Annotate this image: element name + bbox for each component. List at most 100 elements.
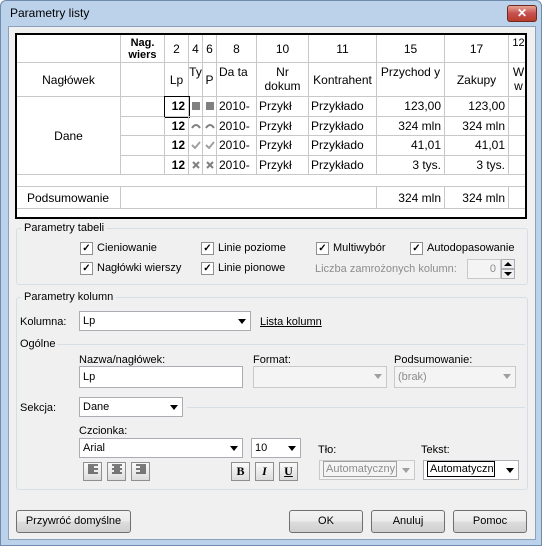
- col-name[interactable]: Da ta: [217, 63, 257, 97]
- cell-clipped: [509, 156, 525, 175]
- column-params-group: Parametry kolumn Kolumna: Lp Lista kolum…: [16, 291, 528, 490]
- dialog-window: Parametry listy ✕ Nag. wiers 2 4 6 8 10 …: [0, 0, 542, 546]
- col-name[interactable]: W w: [509, 63, 525, 97]
- col-name[interactable]: P: [203, 63, 217, 97]
- summary-value: 324 mln: [445, 187, 509, 209]
- corner-header: Nag. wiers: [121, 35, 165, 63]
- cell-purchases: 3 tys.: [445, 155, 509, 175]
- frozen-spinner[interactable]: [501, 259, 515, 279]
- check-icon: ✓: [201, 242, 214, 255]
- section-select[interactable]: Dane: [79, 397, 183, 417]
- section-label: Sekcja:: [20, 402, 57, 414]
- italic-button[interactable]: I: [255, 462, 274, 481]
- v-lines-checkbox[interactable]: ✓ Linie pionowe: [201, 262, 285, 275]
- col-number[interactable]: 11: [309, 35, 377, 63]
- cell-contractor: Przykłado: [309, 155, 377, 175]
- column-select[interactable]: Lp: [79, 311, 251, 331]
- format-select[interactable]: [253, 366, 387, 388]
- arrow-icon: [203, 116, 217, 136]
- help-button[interactable]: Pomoc: [453, 510, 527, 533]
- autofit-checkbox[interactable]: ✓ Autodopasowanie: [410, 242, 514, 255]
- cell-income: 41,01: [377, 136, 445, 156]
- column-list-link[interactable]: Lista kolumn: [260, 316, 322, 328]
- cancel-button[interactable]: Anuluj: [371, 510, 445, 533]
- cell-date: 2010-: [217, 97, 257, 117]
- row-label-header: Nagłówek: [17, 63, 121, 97]
- summary-select[interactable]: (brak): [394, 366, 516, 388]
- empty-cell: [121, 116, 165, 136]
- cell-clipped: [509, 97, 525, 117]
- row-label-summary: Podsumowanie: [17, 187, 121, 209]
- col-number[interactable]: 12: [509, 35, 525, 63]
- underline-button[interactable]: U: [279, 462, 298, 481]
- list-preview[interactable]: Nag. wiers 2 4 6 8 10 11 15 17 12 Nagłów…: [15, 33, 527, 219]
- chevron-down-icon: [506, 468, 514, 473]
- check-icon: ✓: [201, 262, 214, 275]
- check-icon: ✓: [80, 262, 93, 275]
- empty-cell: [121, 136, 165, 156]
- font-size-select[interactable]: 10: [251, 438, 301, 458]
- h-lines-checkbox[interactable]: ✓ Linie poziome: [201, 242, 286, 255]
- col-number[interactable]: 4: [189, 35, 203, 63]
- dialog-client: Nag. wiers 2 4 6 8 10 11 15 17 12 Nagłów…: [8, 26, 536, 540]
- col-number[interactable]: 2: [165, 35, 189, 63]
- check-icon: [189, 136, 203, 156]
- name-input[interactable]: Lp: [79, 366, 243, 388]
- chevron-down-icon: [230, 446, 238, 451]
- chevron-down-icon: [374, 374, 382, 379]
- text-color-select[interactable]: Automatyczny: [423, 460, 519, 480]
- col-number[interactable]: 6: [203, 35, 217, 63]
- square-icon: [189, 97, 203, 117]
- row-headers-checkbox[interactable]: ✓ Nagłówki wierszy: [80, 262, 181, 275]
- col-name[interactable]: Lp: [165, 63, 189, 97]
- general-section-label: Ogólne: [20, 338, 56, 350]
- col-number[interactable]: 10: [257, 35, 309, 63]
- col-number[interactable]: 8: [217, 35, 257, 63]
- cell-doc-no: Przykł: [257, 136, 309, 156]
- col-number[interactable]: 15: [377, 35, 445, 63]
- align-left-icon[interactable]: [83, 462, 102, 481]
- col-name[interactable]: Nr dokum: [257, 63, 309, 97]
- cell-purchases: 41,01: [445, 136, 509, 156]
- arrow-icon: [189, 116, 203, 136]
- check-icon: ✓: [80, 242, 93, 255]
- col-name[interactable]: Zakupy: [445, 63, 509, 97]
- ok-button[interactable]: OK: [289, 510, 363, 533]
- table-params-legend: Parametry tabeli: [21, 222, 108, 234]
- align-right-icon[interactable]: [131, 462, 150, 481]
- shading-checkbox[interactable]: ✓ Cieniowanie: [80, 242, 157, 255]
- cell-purchases: 123,00: [445, 97, 509, 117]
- corner-empty: [17, 35, 121, 63]
- row-label-data: Dane: [17, 97, 121, 175]
- col-name[interactable]: Kontrahent: [309, 63, 377, 97]
- font-select[interactable]: Arial: [79, 438, 243, 458]
- cross-icon: [203, 155, 217, 175]
- font-label: Czcionka:: [79, 425, 128, 437]
- cell-clipped: [509, 136, 525, 156]
- chevron-down-icon: [288, 446, 296, 451]
- align-center-icon[interactable]: [107, 462, 126, 481]
- cell-income: 123,00: [377, 97, 445, 117]
- check-icon: ✓: [410, 242, 423, 255]
- bold-button[interactable]: B: [231, 462, 250, 481]
- multiselect-checkbox[interactable]: ✓ Multiwybór: [316, 242, 386, 255]
- close-button[interactable]: ✕: [507, 5, 537, 22]
- col-name[interactable]: Ty: [189, 63, 203, 97]
- empty-cell: [121, 63, 165, 97]
- frozen-columns-input[interactable]: 0: [467, 259, 501, 279]
- cell-lp: 12: [164, 96, 190, 118]
- col-name[interactable]: Przychod y: [377, 63, 445, 97]
- chevron-down-icon: [238, 319, 246, 324]
- format-label: Format:: [253, 354, 291, 366]
- background-label: Tło:: [318, 444, 337, 456]
- reset-defaults-button[interactable]: Przywróć domyślne: [16, 510, 131, 533]
- spacer-row: [17, 175, 525, 187]
- window-title: Parametry listy: [10, 6, 90, 20]
- frozen-columns-label: Liczba zamrożonych kolumn:: [315, 263, 457, 275]
- background-color-select[interactable]: Automatyczny: [319, 460, 415, 480]
- cell-purchases: 324 mln: [445, 116, 509, 136]
- cell-income: 324 mln: [377, 116, 445, 136]
- chevron-down-icon: [170, 405, 178, 410]
- cross-icon: [189, 155, 203, 175]
- col-number[interactable]: 17: [445, 35, 509, 63]
